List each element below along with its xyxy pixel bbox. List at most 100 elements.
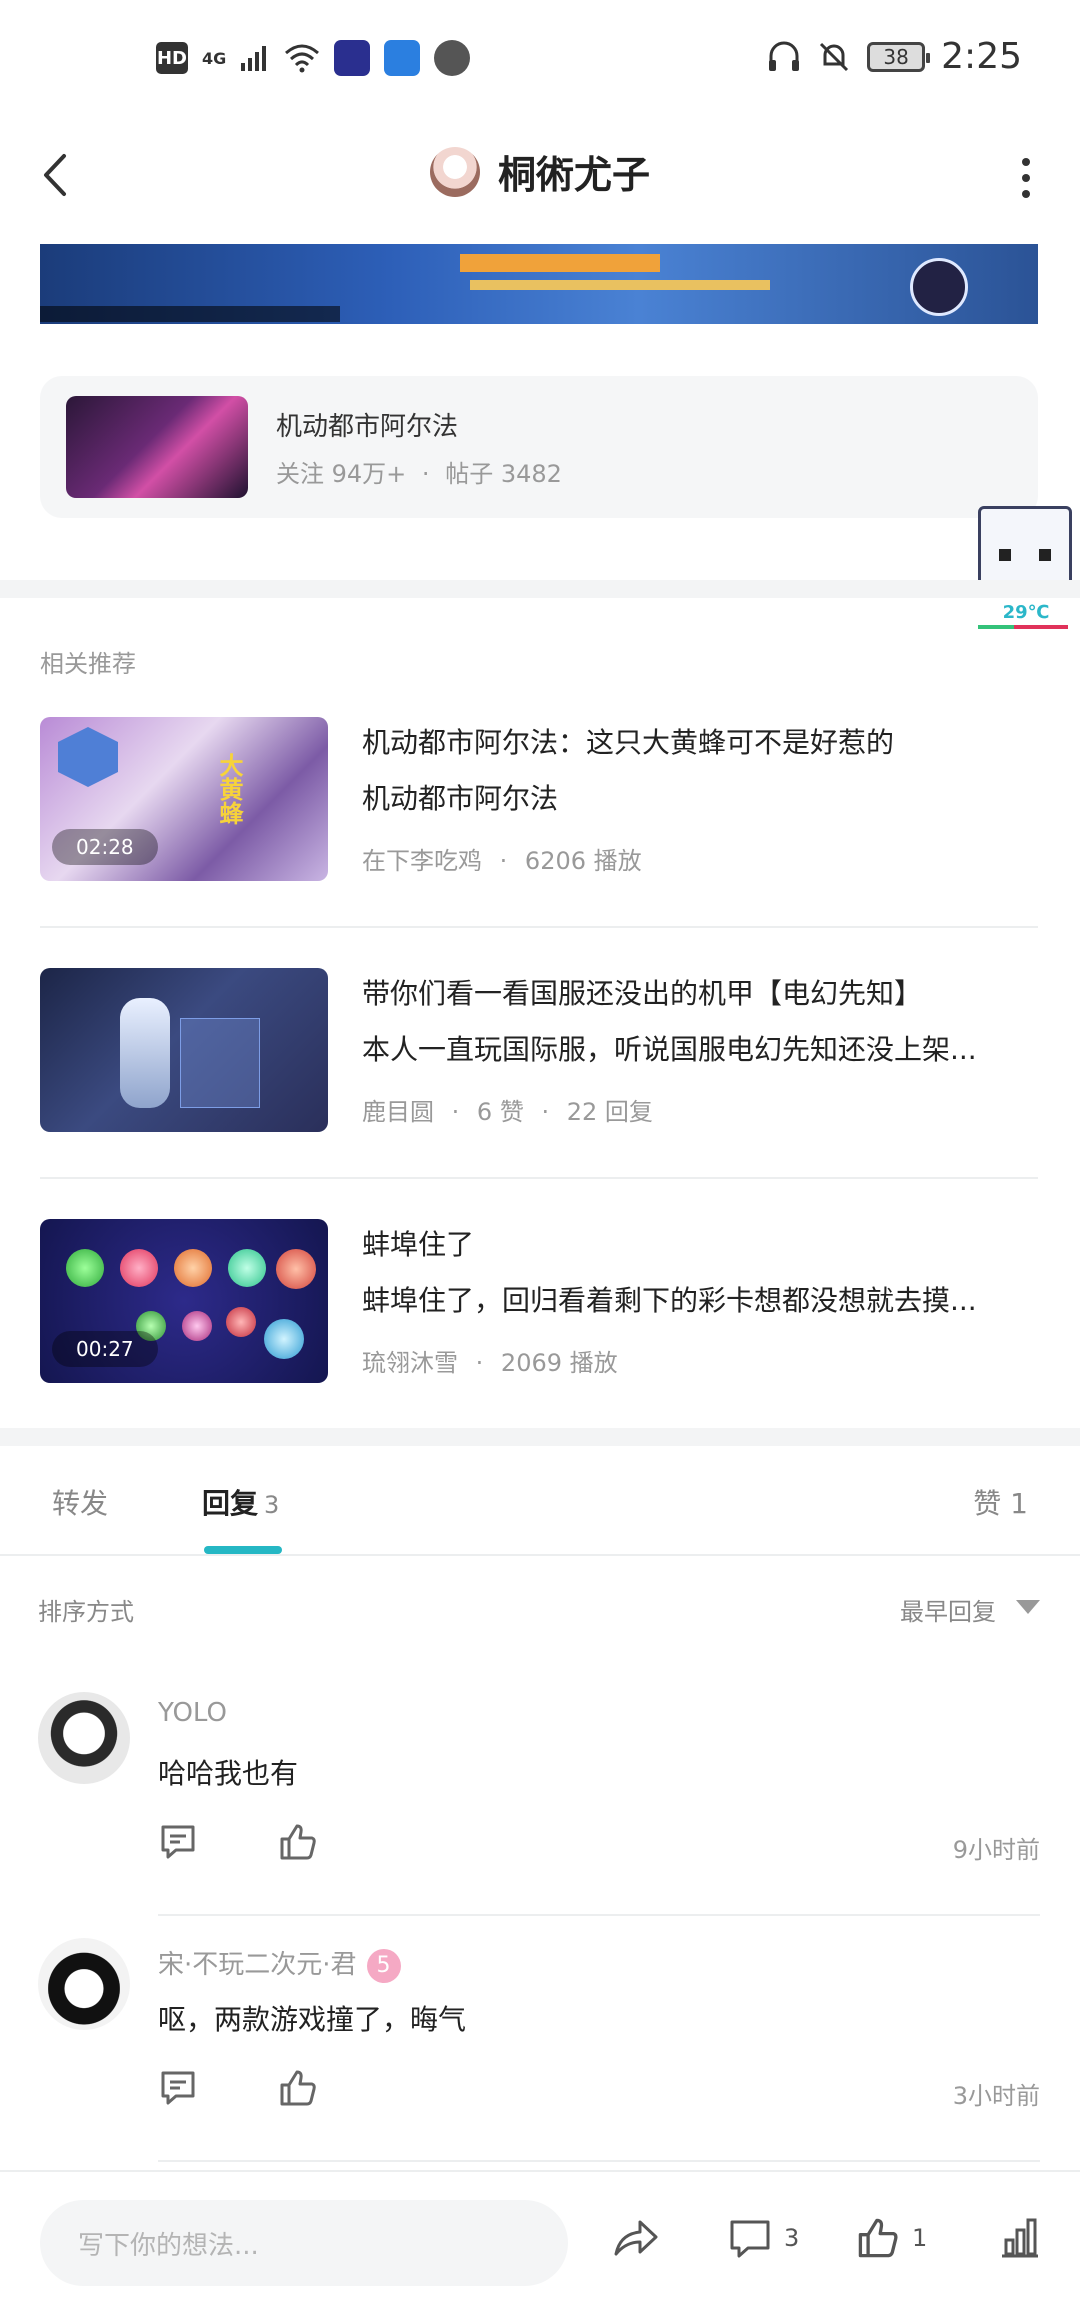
- tab-forward[interactable]: 转发: [52, 1482, 108, 1522]
- related-stat: 6 赞: [476, 1098, 524, 1126]
- comment-text[interactable]: 哈哈我也有: [158, 1752, 298, 1792]
- stat-separator: ·: [541, 1098, 550, 1126]
- forum-card[interactable]: 机动都市阿尔法 关注 94万+ · 帖子 3482: [40, 376, 1038, 518]
- related-stat: 2069 播放: [500, 1349, 618, 1377]
- app-notification-icon: [334, 40, 371, 76]
- related-item[interactable]: 00:27 蚌埠住了 蚌埠住了，回归看着剩下的彩卡想都没想就去摸... 琉翎沐雪…: [40, 1219, 1038, 1383]
- related-item[interactable]: 大黄蜂 02:28 机动都市阿尔法：这只大黄蜂可不是好惹的 机动都市阿尔法 在下…: [40, 717, 1038, 881]
- comment-username[interactable]: YOLO: [158, 1698, 227, 1728]
- stats-panel: [180, 1018, 260, 1108]
- reply-icon[interactable]: [158, 1822, 198, 1862]
- comment-time: 9小时前: [952, 1836, 1040, 1864]
- sort-dropdown[interactable]: 最早回复: [900, 1592, 996, 1627]
- bottom-action-bar: 写下你的想法... 3 1: [0, 2170, 1080, 2310]
- forum-thumbnail: [66, 396, 248, 498]
- thumbs-up-icon: [858, 2218, 898, 2258]
- tab-reply[interactable]: 回复 3: [202, 1482, 279, 1522]
- comment-username[interactable]: 宋·不玩二次元·君 5: [158, 1944, 401, 1983]
- orb: [120, 1249, 158, 1287]
- comment-item: YOLO 哈哈我也有 9小时前: [0, 1692, 1080, 1938]
- thumbs-up-icon[interactable]: [278, 2068, 318, 2108]
- related-item[interactable]: 带你们看一看国服还没出的机甲【电幻先知】 本人一直玩国际服，听说国服电幻先知还没…: [40, 968, 1038, 1132]
- temperature-bar: [978, 625, 1068, 629]
- list-divider: [40, 926, 1038, 928]
- wifi-icon: [285, 44, 320, 73]
- game-hud-bar-secondary: [470, 280, 770, 290]
- page-title: 桐術尤子: [497, 153, 650, 197]
- orb: [182, 1311, 212, 1341]
- stat-separator: ·: [499, 847, 508, 875]
- sort-label: 排序方式: [38, 1598, 134, 1626]
- related-author: 在下李吃鸡: [362, 847, 482, 875]
- status-left: HD 4G: [156, 40, 471, 76]
- comment-icon: [730, 2220, 770, 2258]
- tab-like-label: 赞 1: [973, 1487, 1028, 1520]
- comment-item: 宋·不玩二次元·君 5 呕，两款游戏撞了，晦气 3小时前: [0, 1938, 1080, 2184]
- avatar[interactable]: [38, 1692, 130, 1784]
- comment-actions: [158, 1822, 318, 1862]
- orb: [276, 1249, 316, 1289]
- stats-button[interactable]: [998, 2216, 1042, 2260]
- stat-separator: ·: [475, 1349, 484, 1377]
- avatar[interactable]: [38, 1938, 130, 2030]
- like-button[interactable]: 1: [856, 2216, 927, 2260]
- list-divider: [40, 1177, 1038, 1179]
- related-description: 蚌埠住了，回归看着剩下的彩卡想都没想就去摸...: [362, 1284, 977, 1317]
- related-author: 琉翎沐雪: [362, 1349, 458, 1377]
- stat-separator: ·: [451, 1098, 460, 1126]
- level-badge-icon: 5: [366, 1948, 401, 1983]
- more-menu-icon[interactable]: [1016, 158, 1036, 198]
- header-title-group[interactable]: 桐術尤子: [0, 144, 1080, 199]
- comment-count: 3: [784, 2224, 800, 2252]
- related-description: 本人一直玩国际服，听说国服电幻先知还没上架...: [362, 1033, 977, 1066]
- stats-chart-icon: [1002, 2218, 1038, 2258]
- related-stat: 22 回复: [566, 1098, 653, 1126]
- interaction-tabs: 转发 回复 3 赞 1: [0, 1444, 1080, 1556]
- tab-reply-label: 回复: [202, 1487, 259, 1520]
- comment-actions: [158, 2068, 318, 2108]
- orb: [174, 1249, 212, 1287]
- reply-icon[interactable]: [158, 2068, 198, 2108]
- related-thumbnail: [40, 968, 328, 1132]
- sort-row: 排序方式 最早回复: [38, 1592, 1040, 1632]
- like-count: 1: [912, 2224, 928, 2252]
- comment-time: 3小时前: [952, 2082, 1040, 2110]
- tab-like[interactable]: 赞 1: [973, 1482, 1028, 1522]
- floating-pet-widget[interactable]: 29℃: [978, 506, 1074, 642]
- video-duration: 00:27: [52, 1331, 158, 1367]
- stat-separator: ·: [421, 460, 430, 488]
- signal-icon: [241, 46, 267, 71]
- comment-input[interactable]: 写下你的想法...: [40, 2200, 568, 2286]
- thumbnail-caption: 大黄蜂: [215, 753, 243, 825]
- comment-username-text: 宋·不玩二次元·君: [158, 1950, 357, 1980]
- video-duration: 02:28: [52, 829, 158, 865]
- mute-bell-icon: [820, 42, 849, 71]
- related-stat: 6206 播放: [524, 847, 642, 875]
- forum-posts: 帖子 3482: [445, 460, 562, 488]
- tab-forward-label: 转发: [52, 1487, 109, 1520]
- thumbs-up-icon[interactable]: [278, 1822, 318, 1862]
- related-author: 鹿目圆: [362, 1098, 434, 1126]
- temperature-label: 29℃: [1002, 602, 1050, 623]
- related-thumbnail: 大黄蜂 02:28: [40, 717, 328, 881]
- author-avatar[interactable]: [429, 146, 480, 197]
- related-description: 机动都市阿尔法: [362, 782, 559, 815]
- related-thumbnail: 00:27: [40, 1219, 328, 1383]
- mech-figure: [120, 998, 170, 1108]
- post-media-image[interactable]: [40, 244, 1038, 324]
- forum-name: 机动都市阿尔法: [276, 412, 459, 442]
- comment-text[interactable]: 呕，两款游戏撞了，晦气: [158, 1998, 466, 2038]
- status-bar: HD 4G 38 2:25: [0, 0, 1080, 120]
- share-button[interactable]: [612, 2216, 660, 2260]
- related-title: 带你们看一看国服还没出的机甲【电幻先知】: [362, 977, 923, 1010]
- headphones-icon: [769, 41, 800, 71]
- tab-active-indicator: [204, 1546, 282, 1554]
- forum-stats: 关注 94万+ · 帖子 3482: [276, 454, 562, 489]
- orb: [228, 1249, 266, 1287]
- related-title: 蚌埠住了: [362, 1228, 475, 1261]
- chevron-down-icon[interactable]: [1016, 1600, 1040, 1614]
- comment-divider: [158, 2160, 1040, 2162]
- comment-button[interactable]: 3: [728, 2216, 799, 2260]
- game-hud-bar: [460, 254, 660, 272]
- comment-divider: [158, 1914, 1040, 1916]
